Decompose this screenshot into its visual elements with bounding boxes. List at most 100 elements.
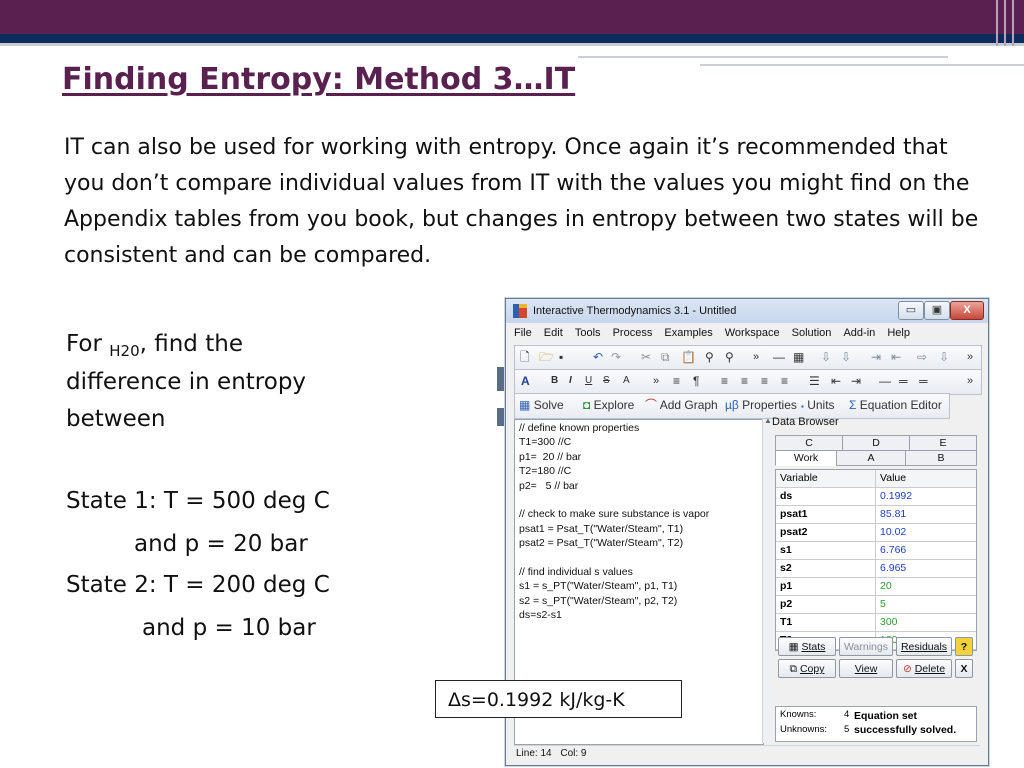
variable-name: s1: [776, 542, 876, 559]
save-icon[interactable]: ▪: [559, 349, 563, 365]
variable-value: 85.81: [880, 508, 907, 520]
data-browser-title: Data Browser: [772, 416, 839, 428]
menu-examples[interactable]: Examples: [664, 327, 712, 339]
step-out-icon[interactable]: ⇩: [841, 349, 851, 365]
column-value[interactable]: Value: [876, 470, 976, 487]
tab-a[interactable]: A: [836, 450, 906, 466]
table-row[interactable]: s2 6.965: [776, 560, 976, 578]
copy-icon[interactable]: ⧉: [661, 349, 670, 365]
italic-icon[interactable]: I: [569, 373, 572, 389]
table-row[interactable]: ds 0.1992: [776, 488, 976, 506]
tab-e[interactable]: E: [909, 435, 977, 451]
copy-button[interactable]: ⧉ Copy: [778, 659, 836, 678]
indent-icon[interactable]: ⇥: [871, 349, 881, 365]
table-row[interactable]: psat1 85.81: [776, 506, 976, 524]
menu-solution[interactable]: Solution: [792, 327, 832, 339]
find-icon[interactable]: ⚲: [705, 349, 714, 365]
line-style-icon[interactable]: ═: [899, 373, 908, 389]
increase-indent-icon[interactable]: ⇥: [851, 373, 861, 389]
stats-icon: ▦: [788, 641, 799, 653]
open-folder-icon[interactable]: 🗁: [539, 349, 554, 365]
menu-file[interactable]: File: [514, 327, 532, 339]
table-row[interactable]: p2 5: [776, 596, 976, 614]
align-center-icon[interactable]: ≡: [741, 373, 748, 389]
redo-icon[interactable]: ↷: [611, 349, 621, 365]
justify-icon[interactable]: ≡: [781, 373, 788, 389]
font-size-icon[interactable]: A: [623, 373, 630, 389]
cut-icon[interactable]: ✂: [641, 349, 651, 365]
new-file-icon[interactable]: 🗋: [520, 349, 530, 365]
toolbar-overflow-icon[interactable]: »: [653, 373, 659, 389]
underline-icon[interactable]: U: [585, 373, 592, 389]
warnings-button[interactable]: Warnings: [839, 637, 893, 656]
paste-icon[interactable]: 📋: [681, 349, 696, 365]
standard-toolbar: 🗋 🗁 ▪ ↶ ↷ ✂ ⧉ 📋 ⚲ ⚲ » — ▦ ⇩ ⇩ ⇥ ⇤ ⇨ ⇩ »: [514, 345, 982, 371]
stats-button[interactable]: ▦ Stats: [778, 637, 836, 656]
solve-button[interactable]: ▦ Solve: [519, 397, 564, 413]
maximize-button[interactable]: ▣: [924, 301, 950, 320]
tab-b[interactable]: B: [905, 450, 977, 466]
tab-work[interactable]: Work: [775, 450, 837, 466]
close-panel-button[interactable]: X: [955, 659, 973, 678]
menu-workspace[interactable]: Workspace: [725, 327, 780, 339]
bullets-icon[interactable]: ☰: [809, 373, 820, 389]
line-style-icon[interactable]: —: [879, 373, 891, 389]
menu-edit[interactable]: Edit: [544, 327, 563, 339]
menu-process[interactable]: Process: [613, 327, 653, 339]
menu-add-in[interactable]: Add-in: [843, 327, 875, 339]
minimize-button[interactable]: ▭: [898, 301, 924, 320]
equation-editor-label: Equation Editor: [859, 398, 942, 412]
toolbar-overflow-icon[interactable]: »: [967, 349, 973, 365]
menu-help[interactable]: Help: [887, 327, 910, 339]
undo-icon[interactable]: ↶: [593, 349, 603, 365]
data-browser-panel: ▲ Data Browser C D E Work A B Variable V…: [764, 413, 980, 743]
step-icon[interactable]: ⇩: [821, 349, 831, 365]
toolbar-overflow-icon[interactable]: »: [753, 349, 759, 365]
table-row[interactable]: T1 300: [776, 614, 976, 632]
copy-doc-icon: ⧉: [789, 663, 798, 675]
tab-c[interactable]: C: [775, 435, 843, 451]
close-button[interactable]: X: [950, 301, 984, 320]
table-row[interactable]: s1 6.766: [776, 542, 976, 560]
align-left-icon[interactable]: ≡: [721, 373, 728, 389]
equation-editor-button[interactable]: Σ Equation Editor: [849, 397, 942, 413]
help-button[interactable]: ?: [955, 637, 973, 656]
arrow-down-icon[interactable]: ⇩: [939, 349, 949, 365]
window-titlebar[interactable]: Interactive Thermodynamics 3.1 - Untitle…: [506, 299, 988, 323]
font-color-icon[interactable]: A: [521, 373, 530, 389]
units-icon: ▪: [801, 402, 804, 411]
state1-line-2: and p = 20 bar: [134, 531, 308, 557]
line-style-icon[interactable]: ═: [919, 373, 928, 389]
strikethrough-icon[interactable]: S: [603, 373, 610, 389]
tab-d[interactable]: D: [842, 435, 910, 451]
paragraph-icon[interactable]: ¶: [693, 373, 699, 389]
format-toolbar: A B I U S A » ≡ ¶ ≡ ≡ ≡ ≡ ☰ ⇤ ⇥ — ═ ═ »: [514, 369, 982, 395]
view-button[interactable]: View: [839, 659, 893, 678]
find-next-icon[interactable]: ⚲: [725, 349, 734, 365]
collapse-arrow-icon[interactable]: ▲: [764, 416, 772, 425]
arrow-right-icon[interactable]: ⇨: [917, 349, 927, 365]
problem-line-3: between: [66, 406, 166, 432]
explore-button[interactable]: ◘ Explore: [583, 397, 634, 413]
table-row[interactable]: p1 20: [776, 578, 976, 596]
decrease-indent-icon[interactable]: ⇤: [831, 373, 841, 389]
toolbar-overflow-icon[interactable]: »: [967, 373, 973, 389]
menu-bar: File Edit Tools Process Examples Workspa…: [514, 327, 919, 343]
bold-icon[interactable]: B: [551, 373, 558, 389]
properties-button[interactable]: µβ Properties: [725, 397, 797, 413]
status-bar: Line: 14 Col: 9: [514, 745, 980, 762]
align-right-icon[interactable]: ≡: [761, 373, 768, 389]
list-icon[interactable]: ≡: [673, 373, 680, 389]
column-variable[interactable]: Variable: [776, 470, 876, 487]
residuals-button[interactable]: Residuals: [896, 637, 952, 656]
outdent-icon[interactable]: ⇤: [891, 349, 901, 365]
table-icon[interactable]: ▦: [793, 349, 804, 365]
add-graph-button[interactable]: ⌒ Add Graph: [645, 397, 718, 413]
delete-button[interactable]: ⊘ Delete: [896, 659, 952, 678]
banner-decor-line: [578, 56, 948, 58]
variable-value: 6.965: [880, 562, 907, 574]
menu-tools[interactable]: Tools: [575, 327, 601, 339]
equation-code[interactable]: // define known properties T1=300 //C p1…: [515, 420, 763, 624]
table-row[interactable]: psat2 10.02: [776, 524, 976, 542]
separator-tool-icon[interactable]: —: [773, 349, 785, 365]
